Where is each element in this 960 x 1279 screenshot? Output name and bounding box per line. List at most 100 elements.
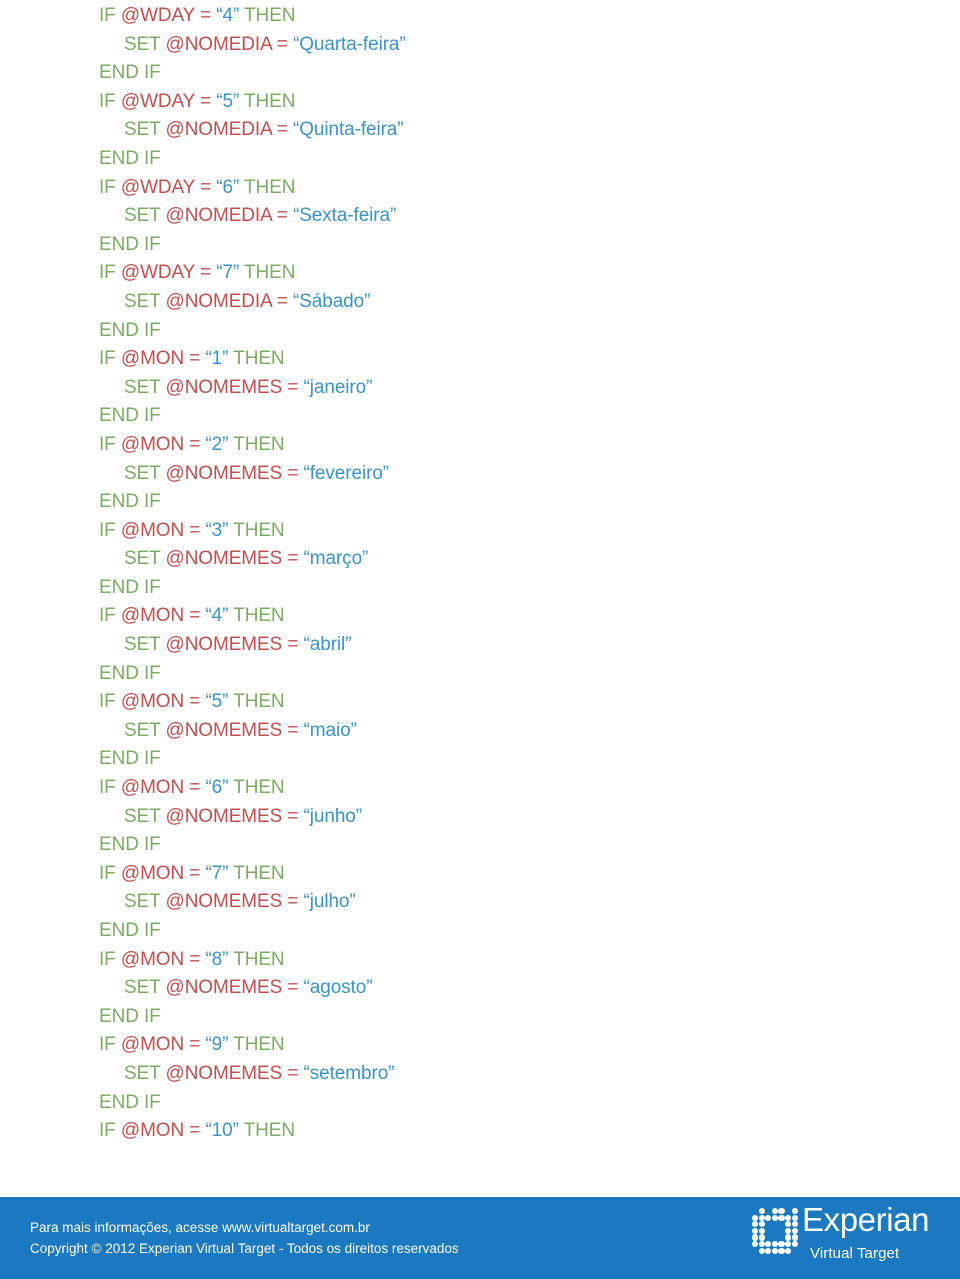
code-token-kw: END IF — [99, 405, 161, 427]
logo-dot — [785, 1234, 792, 1241]
code-line: END IF — [0, 402, 960, 431]
code-token-kw: IF — [99, 90, 121, 112]
code-token-kw: IF — [99, 777, 121, 799]
code-line: SET @NOMEDIA = “Quinta-feira” — [0, 116, 960, 145]
code-token-str: “7” — [205, 862, 229, 884]
code-token-str: “Sábado” — [292, 290, 371, 312]
code-token-str: “julho” — [303, 891, 356, 913]
code-token-kw: SET — [124, 548, 166, 570]
code-token-kw: IF — [99, 5, 121, 26]
code-token-op: = — [282, 891, 304, 913]
code-token-kw: IF — [99, 948, 121, 970]
code-token-op: = — [282, 719, 304, 741]
code-line: SET @NOMEMES = “maio” — [0, 717, 960, 746]
code-token-kw: THEN — [238, 1120, 296, 1142]
code-line: SET @NOMEDIA = “Sábado” — [0, 288, 960, 317]
footer-copyright-line: Copyright © 2012 Experian Virtual Target… — [30, 1241, 459, 1256]
code-line: SET @NOMEMES = “setembro” — [0, 1060, 960, 1089]
code-token-kw: THEN — [228, 519, 285, 541]
code-token-str: “4” — [216, 5, 240, 26]
code-token-str: “9” — [205, 1034, 229, 1056]
code-line: IF @MON = “5” THEN — [0, 688, 960, 717]
code-token-kw: IF — [99, 519, 121, 541]
code-token-var: @WDAY — [120, 262, 195, 284]
code-token-op: = — [271, 33, 293, 55]
code-token-str: “2” — [205, 433, 229, 455]
code-token-var: @MON — [120, 691, 185, 713]
code-token-str: “6” — [205, 777, 229, 799]
logo-dot — [758, 1221, 765, 1228]
code-token-kw: IF — [99, 348, 121, 370]
code-token-kw: THEN — [228, 862, 285, 884]
code-token-kw: SET — [124, 805, 166, 827]
code-line: SET @NOMEDIA = “Quarta-feira” — [0, 31, 960, 60]
code-line: SET @NOMEMES = “março” — [0, 545, 960, 574]
code-token-kw: SET — [124, 634, 166, 656]
code-token-var: @MON — [120, 1120, 185, 1142]
code-token-var: @NOMEDIA — [165, 205, 272, 227]
logo-dot — [778, 1247, 785, 1254]
code-token-op: = — [184, 605, 206, 627]
code-token-var: @MON — [120, 948, 185, 970]
logo-dot — [771, 1247, 778, 1254]
code-token-kw: IF — [99, 605, 121, 627]
page-footer: Para mais informações, acesse www.virtua… — [0, 1197, 960, 1279]
code-line: END IF — [0, 231, 960, 260]
code-line: IF @MON = “3” THEN — [0, 517, 960, 546]
code-token-kw: END IF — [99, 233, 161, 255]
logo-dot — [778, 1208, 785, 1215]
code-token-str: “agosto” — [303, 977, 373, 999]
code-token-op: = — [282, 805, 304, 827]
code-token-kw: SET — [124, 290, 166, 312]
code-token-op: = — [271, 205, 293, 227]
logo-dot — [758, 1241, 765, 1248]
code-line: IF @WDAY = “6” THEN — [0, 174, 960, 203]
logo-dot — [758, 1227, 765, 1234]
code-token-kw: IF — [99, 862, 121, 884]
code-token-kw: THEN — [228, 777, 285, 799]
logo-dot — [785, 1227, 792, 1234]
code-token-op: = — [271, 290, 293, 312]
logo-dot — [771, 1208, 778, 1215]
code-line: SET @NOMEMES = “abril” — [0, 631, 960, 660]
code-line: SET @NOMEMES = “julho” — [0, 888, 960, 917]
code-token-kw: END IF — [99, 834, 161, 856]
code-token-kw: THEN — [239, 262, 296, 284]
code-token-str: “abril” — [303, 634, 352, 656]
code-token-str: “5” — [205, 691, 229, 713]
code-token-op: = — [184, 777, 206, 799]
code-token-str: “10” — [205, 1120, 239, 1142]
code-token-kw: THEN — [239, 90, 296, 112]
code-token-op: = — [184, 691, 206, 713]
logo-dot — [752, 1214, 759, 1221]
code-line: IF @MON = “9” THEN — [0, 1031, 960, 1060]
code-token-kw: END IF — [99, 1005, 161, 1027]
code-token-kw: END IF — [99, 491, 161, 513]
logo-dot — [791, 1227, 798, 1234]
code-token-op: = — [184, 1120, 206, 1142]
logo-dot — [791, 1214, 798, 1221]
logo-dot — [758, 1214, 765, 1221]
code-line: IF @MON = “4” THEN — [0, 602, 960, 631]
code-line: END IF — [0, 145, 960, 174]
logo-dot — [758, 1234, 765, 1241]
code-token-kw: END IF — [99, 1091, 161, 1113]
code-token-var: @NOMEMES — [165, 891, 283, 913]
logo-dot — [785, 1247, 792, 1254]
code-line: IF @MON = “2” THEN — [0, 431, 960, 460]
code-token-var: @NOMEDIA — [165, 119, 272, 141]
code-line: IF @WDAY = “5” THEN — [0, 88, 960, 117]
logo-dot — [765, 1214, 772, 1221]
code-token-kw: SET — [124, 891, 166, 913]
logo-dot — [752, 1241, 759, 1248]
code-token-kw: IF — [99, 262, 121, 284]
code-token-kw: END IF — [99, 748, 161, 770]
logo-dot — [758, 1247, 765, 1254]
code-token-op: = — [184, 862, 206, 884]
code-line: END IF — [0, 317, 960, 346]
logo-dot — [791, 1221, 798, 1228]
code-token-var: @MON — [120, 1034, 185, 1056]
logo-dot — [752, 1221, 759, 1228]
code-line: SET @NOMEMES = “janeiro” — [0, 374, 960, 403]
code-token-str: “Quinta-feira” — [292, 119, 404, 141]
